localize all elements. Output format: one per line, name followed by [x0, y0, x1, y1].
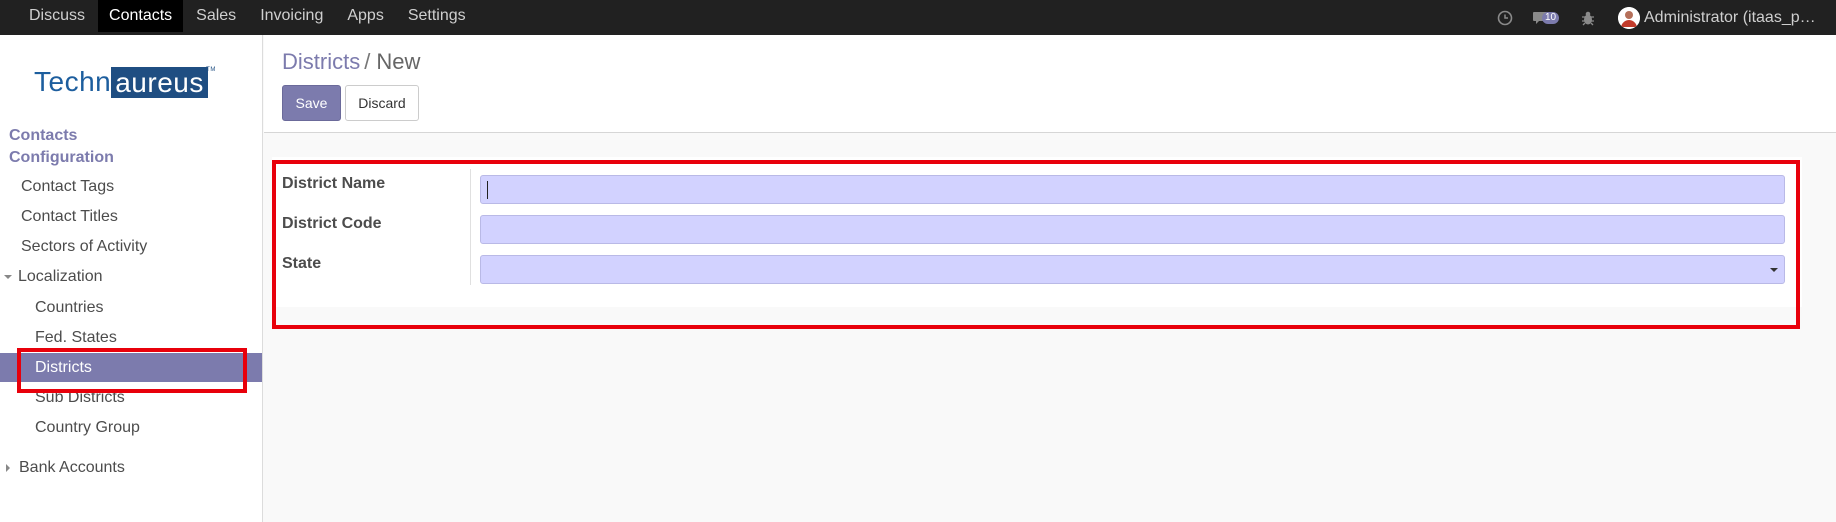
breadcrumb-current: New: [376, 49, 421, 74]
sidebar-item-localization-label: Localization: [18, 268, 103, 285]
breadcrumb-districts[interactable]: Districts: [282, 49, 360, 74]
menu-apps[interactable]: Apps: [336, 0, 394, 32]
sidebar-item-bank-accounts[interactable]: Bank Accounts: [0, 453, 262, 482]
sidebar-item-contact-tags[interactable]: Contact Tags: [0, 172, 262, 201]
breadcrumb: Districts / New: [282, 49, 420, 75]
menu-invoicing[interactable]: Invoicing: [249, 0, 334, 32]
form-highlight-box: [272, 160, 1800, 329]
sidebar-section-configuration: Configuration: [9, 149, 114, 166]
clock-icon[interactable]: [1496, 9, 1514, 27]
sidebar-item-country-group[interactable]: Country Group: [0, 413, 262, 442]
logo-text-part2: aureus: [111, 66, 208, 98]
discard-button[interactable]: Discard: [345, 85, 419, 121]
systray: 10 Administrator (itaas_pa…: [1496, 0, 1824, 35]
sidebar-item-contact-titles[interactable]: Contact Titles: [0, 202, 262, 231]
menu-contacts[interactable]: Contacts: [98, 0, 184, 32]
top-navbar: Discuss Contacts Sales Invoicing Apps Se…: [0, 0, 1836, 35]
sidebar-section-contacts[interactable]: Contacts: [9, 127, 77, 145]
chat-icon[interactable]: 10: [1532, 9, 1560, 27]
caret-down-icon: [4, 275, 12, 279]
app-menu: Discuss Contacts Sales Invoicing Apps Se…: [18, 0, 479, 35]
sidebar-item-bank-accounts-label: Bank Accounts: [19, 459, 125, 476]
menu-sales[interactable]: Sales: [185, 0, 247, 32]
breadcrumb-separator: /: [364, 49, 371, 74]
sidebar-item-localization[interactable]: Localization: [0, 262, 262, 291]
menu-discuss[interactable]: Discuss: [18, 0, 96, 32]
user-menu[interactable]: Administrator (itaas_pa…: [1644, 9, 1824, 27]
caret-right-icon: [6, 464, 10, 472]
sidebar-item-sectors-of-activity[interactable]: Sectors of Activity: [0, 232, 262, 261]
chat-count-badge: 10: [1542, 11, 1560, 24]
logo-text-part1: Techn: [34, 66, 112, 97]
control-panel: Districts / New Save Discard: [264, 35, 1836, 133]
bug-icon[interactable]: [1580, 9, 1596, 27]
avatar[interactable]: [1618, 6, 1640, 29]
districts-highlight-box: [17, 348, 247, 393]
sidebar: Techn aureus TM Contacts Configuration Co…: [0, 35, 263, 522]
save-button[interactable]: Save: [282, 85, 341, 121]
logo-trademark: TM: [206, 67, 216, 73]
sidebar-item-countries[interactable]: Countries: [0, 293, 262, 322]
company-logo[interactable]: Techn aureus TM: [34, 65, 215, 99]
menu-settings[interactable]: Settings: [397, 0, 477, 32]
